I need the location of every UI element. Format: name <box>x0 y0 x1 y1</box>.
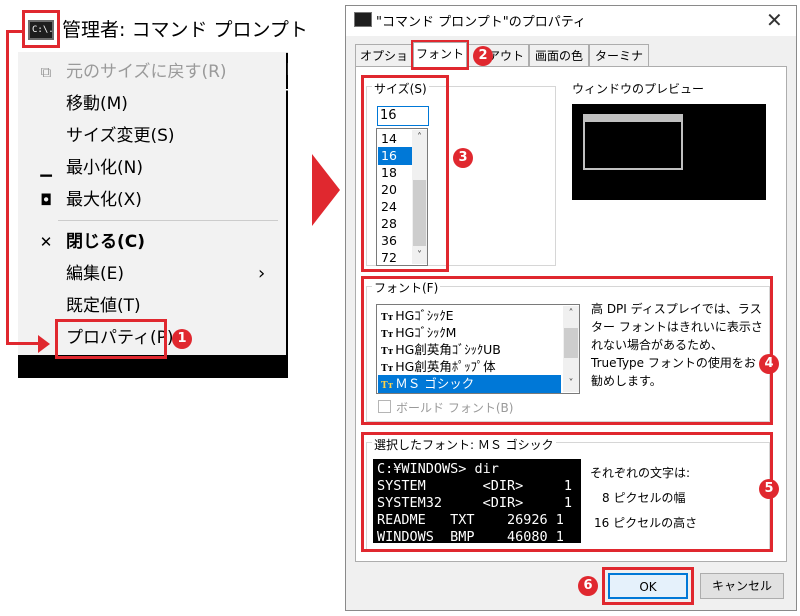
menu-item-edit[interactable]: 編集(E) › <box>18 258 286 290</box>
menu-item-close[interactable]: ✕ 閉じる(C) <box>18 226 286 258</box>
menu-item-move[interactable]: 移動(M) <box>18 88 286 120</box>
console-icon <box>354 12 372 27</box>
step-badge-4: 4 <box>759 354 779 374</box>
menu-item-label: 移動(M) <box>66 94 128 114</box>
menu-item-minimize[interactable]: ▁ 最小化(N) <box>18 152 286 184</box>
maximize-icon: ◘ <box>40 191 52 209</box>
restore-icon: ⧉ <box>40 63 52 81</box>
menu-separator <box>58 220 278 221</box>
step-badge-6: 6 <box>578 576 598 596</box>
annotation-box-size <box>361 75 449 272</box>
menu-item-label: 既定値(T) <box>66 296 141 316</box>
chevron-right-icon: › <box>258 263 266 284</box>
menu-item-label: サイズ変更(S) <box>66 126 175 146</box>
menu-item-label: 元のサイズに戻す(R) <box>66 62 227 82</box>
annotation-box-font <box>361 276 773 425</box>
menu-item-label: 最大化(X) <box>66 190 142 210</box>
close-icon: ✕ <box>39 233 53 251</box>
tab-terminal[interactable]: ターミナル <box>589 44 649 85</box>
annotation-box-properties <box>55 319 167 359</box>
step-badge-5: 5 <box>759 479 779 499</box>
transition-arrow <box>312 154 340 226</box>
dialog-title: "コマンド プロンプト"のプロパティ <box>376 15 586 30</box>
system-menu: ⧉ 元のサイズに戻す(R) 移動(M) サイズ変更(S) ▁ 最小化(N) ◘ … <box>18 52 286 355</box>
tab-font[interactable]: フォント <box>413 42 467 67</box>
annotation-box-ok <box>602 567 694 605</box>
annotation-connector <box>6 342 42 345</box>
menu-item-resize[interactable]: サイズ変更(S) <box>18 120 286 152</box>
menu-item-label: 編集(E) <box>66 264 125 284</box>
step-badge-1: 1 <box>172 329 192 349</box>
menu-item-label: 閉じる(C) <box>66 232 146 252</box>
annotation-box-app-icon <box>22 10 60 48</box>
window-preview-titlebar <box>585 116 681 122</box>
annotation-arrowhead <box>38 335 50 353</box>
step-badge-2: 2 <box>473 46 493 66</box>
step-badge-3: 3 <box>453 148 473 168</box>
window-title: 管理者: コマンド プロンプト <box>62 19 308 41</box>
close-button[interactable]: ✕ <box>766 8 783 32</box>
menu-item-restore: ⧉ 元のサイズに戻す(R) <box>18 56 286 88</box>
window-preview-label: ウィンドウのプレビュー <box>572 82 705 96</box>
tab-options[interactable]: オプション <box>355 44 413 85</box>
annotation-connector <box>6 30 9 345</box>
minimize-icon: ▁ <box>40 159 52 177</box>
menu-item-label: 最小化(N) <box>66 158 143 178</box>
window-preview-inner <box>583 114 683 170</box>
menu-item-defaults[interactable]: 既定値(T) <box>18 290 286 322</box>
tab-colors[interactable]: 画面の色 <box>529 44 589 66</box>
cancel-button[interactable]: キャンセル <box>700 573 784 599</box>
annotation-box-selected-font <box>361 432 773 552</box>
terminal-partial-text: rs ti <box>284 56 311 107</box>
menu-item-maximize[interactable]: ◘ 最大化(X) <box>18 184 286 216</box>
